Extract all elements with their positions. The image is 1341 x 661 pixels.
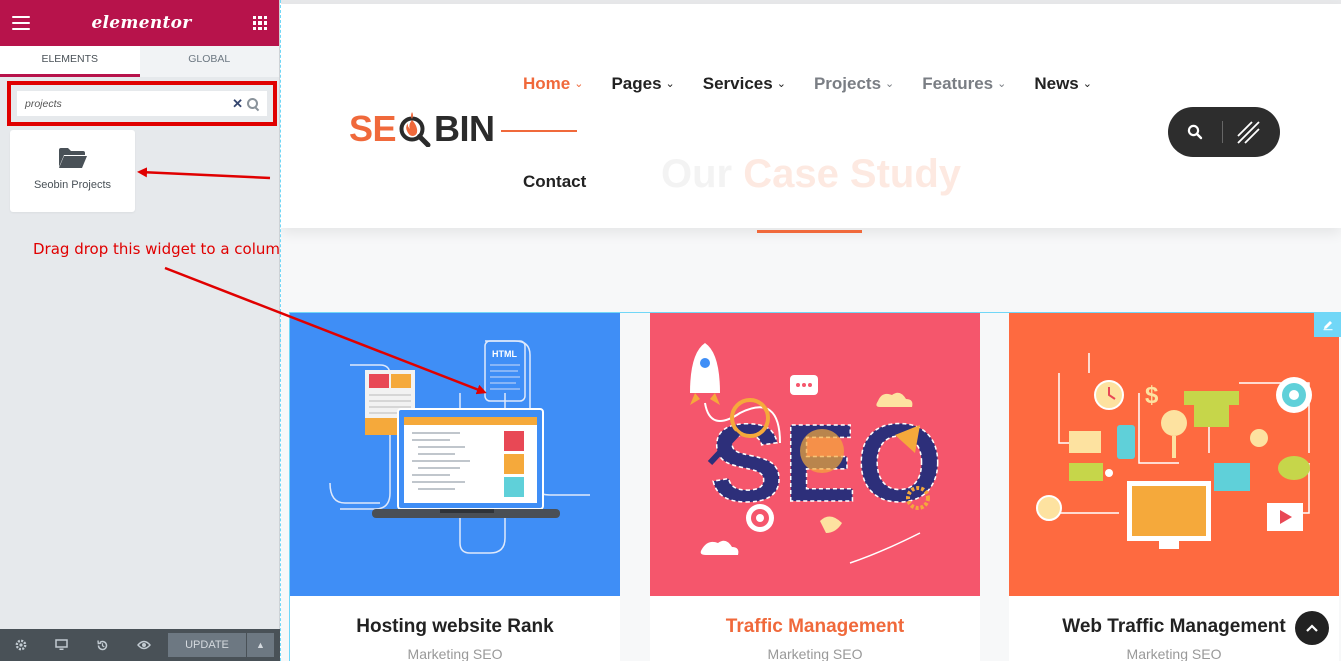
laptop-html-illustration: HTML [329, 340, 590, 554]
search-highlight-box: projects ✕ [7, 81, 277, 126]
nav-label: News [1034, 74, 1079, 93]
nav-item-projects[interactable]: Projects ⌄ [814, 74, 894, 94]
chevron-down-icon: ⌄ [665, 78, 675, 90]
diagonal-lines-menu-icon [1237, 121, 1260, 144]
project-card[interactable]: $ Web Traffic Management Marketing SEO [1009, 313, 1339, 661]
panel-tabs: ELEMENTS GLOBAL [0, 46, 279, 77]
back-to-top-button[interactable] [1295, 611, 1329, 645]
preview-eye-icon[interactable] [123, 629, 164, 661]
card-title[interactable]: Traffic Management [650, 616, 980, 638]
nav-label: Services [702, 74, 773, 93]
project-image-traffic: SEO SEO [650, 313, 980, 596]
main-navigation: Home ⌄ Pages ⌄ Services ⌄ Projects ⌄ Feature… [523, 72, 1123, 194]
chevron-up-icon [1306, 624, 1318, 632]
tab-global[interactable]: GLOBAL [139, 46, 279, 77]
nav-row-2: Contact [523, 170, 1123, 194]
web-traffic-illustration: $ [1036, 353, 1312, 549]
clear-icon[interactable]: ✕ [232, 96, 243, 112]
chevron-down-icon: ⌄ [776, 78, 786, 90]
panel-footer: UPDATE ▲ [0, 629, 280, 661]
responsive-mode-icon[interactable] [41, 629, 82, 661]
seobin-projects-widget[interactable]: Seobin Projects [10, 130, 135, 212]
nav-item-pages[interactable]: Pages ⌄ [611, 74, 674, 94]
chevron-down-icon: ⌄ [574, 78, 584, 90]
nav-item-contact[interactable]: Contact [523, 172, 586, 192]
search-icon [1187, 124, 1203, 140]
chevron-down-icon: ⌄ [1082, 78, 1092, 90]
elementor-panel: elementor ELEMENTS GLOBAL projects ✕ Seo… [0, 0, 290, 661]
nav-label: Home [523, 74, 571, 93]
nav-accent-line [501, 130, 577, 132]
offcanvas-menu-button[interactable] [1223, 107, 1273, 157]
svg-text:$: $ [1145, 382, 1159, 409]
logo-part-se: SE [349, 108, 397, 149]
chevron-down-icon: ⌄ [885, 78, 895, 90]
settings-icon[interactable] [0, 629, 41, 661]
widget-label: Seobin Projects [33, 179, 112, 191]
magnifier-flame-logo-icon [399, 112, 431, 147]
panel-edge-guide [280, 0, 281, 661]
card-title[interactable]: Hosting website Rank [290, 616, 620, 638]
nav-item-news[interactable]: News ⌄ [1034, 74, 1092, 94]
section-title-underline [757, 230, 862, 233]
card-subtitle: Marketing SEO [407, 646, 503, 661]
project-image-web-traffic: $ [1009, 313, 1339, 596]
chevron-down-icon: ⌄ [997, 78, 1007, 90]
nav-item-home[interactable]: Home ⌄ [523, 74, 583, 94]
seo-illustration: SEO SEO [690, 343, 943, 564]
project-card[interactable]: HTML Hosting website Rank Marketing SEO [290, 313, 620, 661]
page-preview: SE BIN Home ⌄ Pages ⌄ Services ⌄ Projects ⌄ … [281, 0, 1341, 661]
svg-text:HTML: HTML [492, 349, 517, 359]
header-search-button[interactable] [1168, 107, 1222, 157]
card-subtitle: Marketing SEO [767, 646, 863, 661]
widgets-grid-icon[interactable] [252, 16, 267, 30]
nav-row-1: Home ⌄ Pages ⌄ Services ⌄ Projects ⌄ Feature… [523, 72, 1123, 96]
seobin-logo[interactable]: SE BIN [349, 108, 495, 150]
nav-label: Pages [611, 74, 662, 93]
card-title[interactable]: Web Traffic Management [1009, 616, 1339, 638]
search-query: projects [25, 97, 62, 110]
pencil-icon [1323, 321, 1332, 331]
project-card[interactable]: SEO SEO Traffic Management Marketing SEO [650, 313, 980, 661]
widget-search-input[interactable]: projects ✕ [17, 91, 267, 116]
edit-section-button[interactable] [1314, 313, 1341, 337]
panel-header: elementor [0, 0, 279, 46]
history-icon[interactable] [82, 629, 123, 661]
site-header: SE BIN Home ⌄ Pages ⌄ Services ⌄ Projects ⌄ … [281, 4, 1341, 228]
header-action-pill [1168, 107, 1280, 157]
drag-drop-annotation: Drag drop this widget to a column [33, 240, 290, 258]
card-subtitle: Marketing SEO [1126, 646, 1222, 661]
tab-elements[interactable]: ELEMENTS [0, 46, 140, 77]
logo-part-bin: BIN [434, 108, 495, 149]
nav-item-features[interactable]: Features ⌄ [922, 74, 1006, 94]
nav-item-services[interactable]: Services ⌄ [703, 74, 786, 94]
update-button[interactable]: UPDATE [168, 633, 246, 657]
menu-icon[interactable] [12, 16, 30, 30]
update-options-caret-icon[interactable]: ▲ [247, 633, 274, 657]
elementor-logo: elementor [91, 13, 192, 33]
search-icon [247, 97, 259, 110]
folder-icon [58, 148, 87, 168]
nav-label: Features [922, 74, 994, 93]
nav-label: Projects [813, 74, 882, 93]
project-image-hosting: HTML [290, 313, 620, 596]
